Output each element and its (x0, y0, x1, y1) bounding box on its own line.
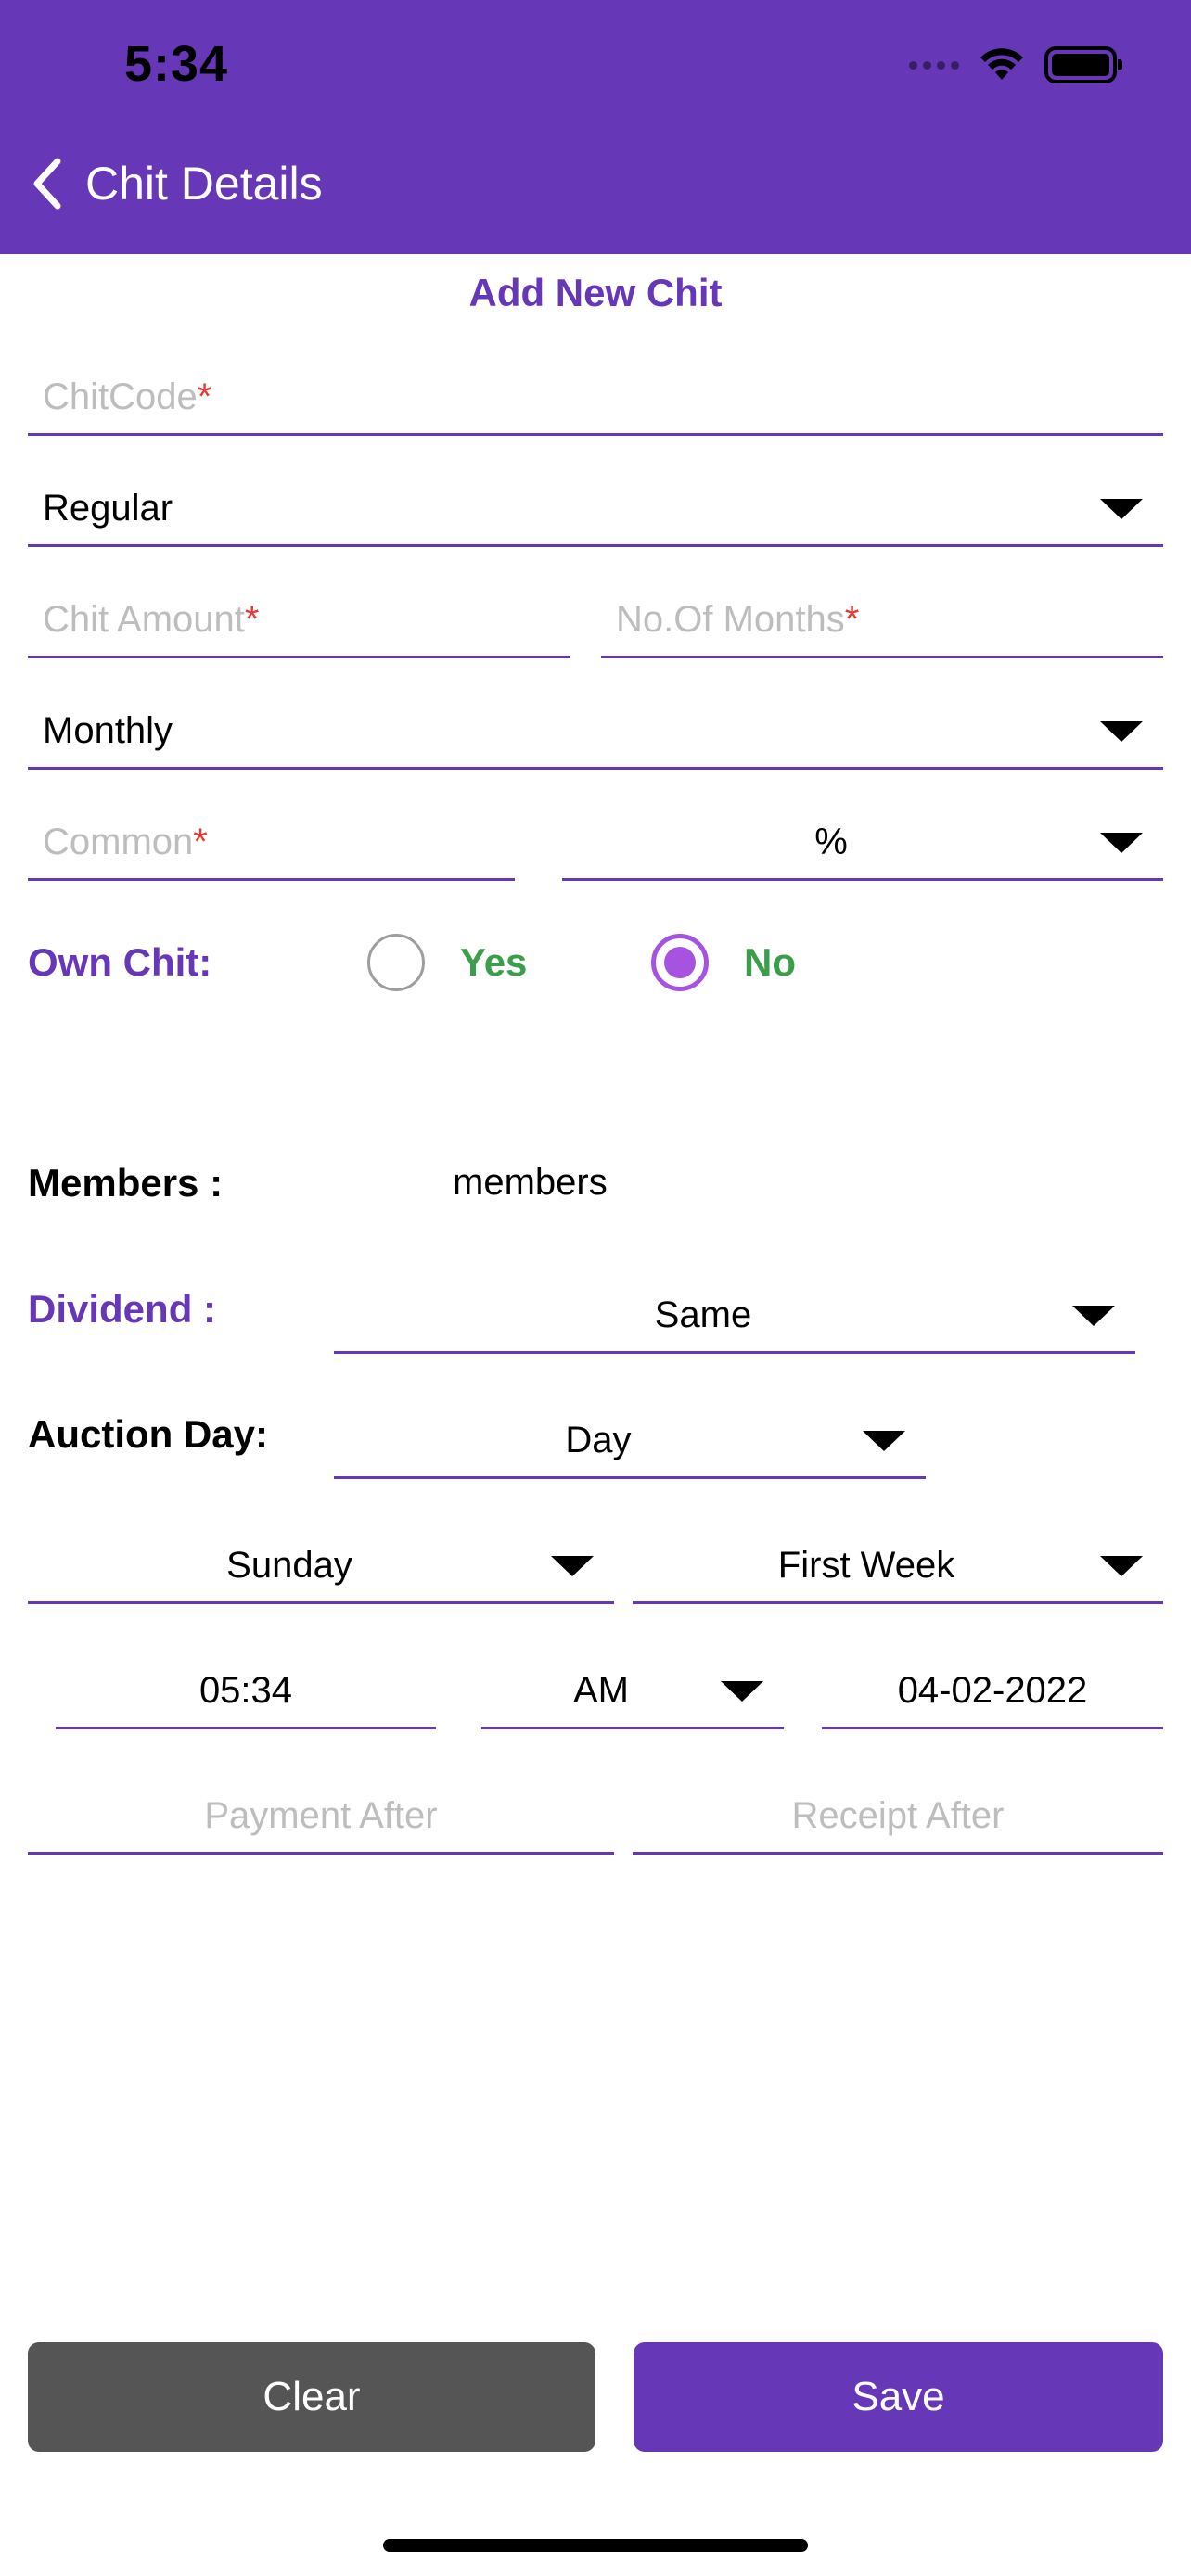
dividend-value: Same (654, 1294, 752, 1335)
auction-day-value: Day (565, 1420, 632, 1460)
meridiem-dropdown[interactable]: AM (481, 1655, 784, 1729)
common-unit-value: % (814, 822, 848, 862)
caret-down-icon (721, 1680, 763, 1702)
date-input[interactable]: 04-02-2022 (822, 1655, 1163, 1729)
status-icons (909, 46, 1122, 83)
common-unit-dropdown[interactable]: % (562, 807, 1163, 881)
caret-down-icon (551, 1555, 594, 1576)
receipt-after-input[interactable]: Receipt After (633, 1780, 1163, 1855)
save-button[interactable]: Save (634, 2342, 1163, 2452)
app-header: 5:34 Chit Details (0, 0, 1191, 254)
chit-type-dropdown[interactable]: Regular (28, 473, 1163, 547)
wifi-icon (980, 48, 1023, 80)
radio-unchecked-icon (367, 934, 425, 991)
chit-type-value: Regular (43, 488, 173, 529)
caret-down-icon (1100, 1555, 1143, 1576)
caret-down-icon (1100, 498, 1143, 519)
page-title: Chit Details (85, 158, 323, 210)
caret-down-icon (1100, 832, 1143, 853)
payment-after-placeholder: Payment After (204, 1795, 438, 1836)
receipt-after-placeholder: Receipt After (791, 1795, 1005, 1836)
week-dropdown[interactable]: First Week (633, 1530, 1163, 1604)
auction-day-label: Auction Day: (28, 1412, 269, 1456)
caret-down-icon (863, 1430, 905, 1451)
own-chit-no-label: No (744, 940, 796, 984)
chit-amount-placeholder: Chit Amount* (43, 599, 260, 640)
time-input[interactable]: 05:34 (56, 1655, 436, 1729)
no-of-months-placeholder: No.Of Months* (616, 599, 860, 640)
common-placeholder: Common* (43, 822, 208, 862)
chit-amount-input[interactable]: Chit Amount* (28, 584, 570, 658)
radio-checked-icon (651, 934, 709, 991)
back-button[interactable]: Chit Details (28, 156, 323, 211)
caret-down-icon (1072, 1305, 1115, 1326)
chevron-left-icon (33, 158, 61, 210)
frequency-dropdown[interactable]: Monthly (28, 695, 1163, 770)
status-time: 5:34 (124, 36, 229, 92)
dividend-label: Dividend : (28, 1287, 217, 1331)
own-chit-yes-radio[interactable]: Yes (367, 934, 527, 991)
date-value: 04-02-2022 (897, 1670, 1088, 1711)
members-label: Members : (28, 1161, 224, 1205)
own-chit-yes-label: Yes (460, 940, 528, 984)
common-input[interactable]: Common* (28, 807, 515, 881)
cellular-signal-icon (909, 60, 959, 70)
clear-button[interactable]: Clear (28, 2342, 596, 2452)
no-of-months-input[interactable]: No.Of Months* (601, 584, 1163, 658)
chit-code-input[interactable]: ChitCode* (28, 362, 1163, 436)
caret-down-icon (1100, 721, 1143, 742)
frequency-value: Monthly (43, 710, 173, 751)
members-value: members (453, 1162, 608, 1203)
battery-icon (1044, 46, 1122, 83)
form-heading: Add New Chit (468, 271, 723, 314)
meridiem-value: AM (573, 1670, 629, 1711)
chit-code-placeholder: ChitCode* (43, 376, 212, 417)
week-value: First Week (777, 1545, 955, 1586)
auction-day-dropdown[interactable]: Day (334, 1405, 926, 1479)
weekday-dropdown[interactable]: Sunday (28, 1530, 614, 1604)
weekday-value: Sunday (226, 1545, 352, 1586)
time-value: 05:34 (198, 1670, 293, 1711)
own-chit-no-radio[interactable]: No (651, 934, 796, 991)
home-indicator (383, 2539, 808, 2552)
dividend-dropdown[interactable]: Same (334, 1280, 1135, 1354)
payment-after-input[interactable]: Payment After (28, 1780, 614, 1855)
own-chit-label: Own Chit: (28, 940, 212, 984)
